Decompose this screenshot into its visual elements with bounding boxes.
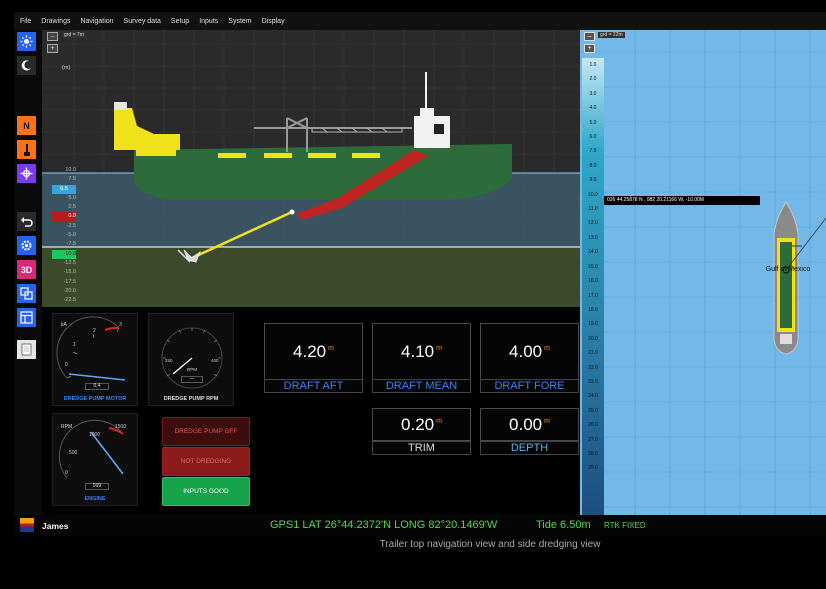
dredge-pump-off-indicator[interactable]: DREDGE PUMP OFF xyxy=(162,417,250,446)
undo-icon[interactable] xyxy=(17,212,36,231)
engine-needle xyxy=(90,431,124,475)
notes-icon[interactable] xyxy=(17,340,36,359)
instrument-panel: kA 0 1 2 3 0.4 DREDGE PUMP MOTOR 250 400… xyxy=(42,307,582,515)
waterline-marker: 6.5 xyxy=(52,184,76,194)
dredge-pipe-icon[interactable] xyxy=(17,140,36,159)
menu-inputs[interactable]: Inputs xyxy=(199,18,218,25)
top-depth-scale: 1.0 2.0 3.0 4.0 5.0 6.0 7.0 8.0 9.0 10.0 11.0 12.0 1… xyxy=(582,58,604,515)
aft-superstructure xyxy=(114,108,180,150)
side-grid-label: grd = 7m xyxy=(62,32,86,38)
app-window: File Drawings Navigation Survey data Set… xyxy=(14,12,826,536)
user-avatar[interactable] xyxy=(20,518,34,532)
figure-caption: Trailer top navigation view and side dre… xyxy=(379,539,601,550)
seabed xyxy=(42,247,582,307)
expand-button[interactable]: + xyxy=(47,44,58,53)
pump-motor-reading: 0.4 xyxy=(85,383,109,390)
top-grid-label: grd = 22m xyxy=(598,32,625,38)
north-up-icon[interactable]: N xyxy=(17,116,36,135)
draft-fore-readout: 4.00 m xyxy=(480,323,579,380)
draft-fore-label: DRAFT FORE xyxy=(480,379,579,393)
side-unit-label: (m) xyxy=(62,65,71,71)
ship-hull xyxy=(134,144,512,200)
pump-rpm-reading: — xyxy=(181,376,203,383)
menu-bar: File Drawings Navigation Survey data Set… xyxy=(14,12,826,30)
gps-readout: GPS1 LAT 26°44.2372'N LONG 82°20.1469'W xyxy=(270,519,498,531)
trim-label: TRIM xyxy=(372,441,471,455)
menu-system[interactable]: System xyxy=(228,18,251,25)
bridge xyxy=(414,116,450,148)
tide-readout: Tide 6.50m xyxy=(536,519,591,531)
vessel-location-label: Gulf of Mexico xyxy=(765,266,811,273)
side-dredging-view[interactable]: – + grd = 7m (m) 10.0 7.5 6.5 5.0 2.5 0.… xyxy=(42,30,582,307)
layout-icon[interactable] xyxy=(17,308,36,327)
north-label: N xyxy=(23,120,30,131)
layers-icon[interactable] xyxy=(17,284,36,303)
pump-rpm-gauge: 250 400 RPM — DREDGE PUMP RPM xyxy=(148,313,234,406)
menu-survey-data[interactable]: Survey data xyxy=(124,18,161,25)
draft-aft-readout: 4.20 m xyxy=(264,323,363,380)
3d-label: 3D xyxy=(20,264,33,275)
3d-icon[interactable]: 3D xyxy=(17,260,36,279)
depth-label: DEPTH xyxy=(480,441,579,455)
top-navigation-view[interactable]: – + grd = 22m 1.0 2.0 3.0 4.0 5.0 6.0 7.0 8.0 9.… xyxy=(580,30,826,515)
pump-motor-needle xyxy=(68,373,126,381)
cursor-position-readout: 026 44.25878 N , 082 20.21166 W, -10.00M xyxy=(604,196,760,205)
menu-navigation[interactable]: Navigation xyxy=(80,18,113,25)
draft-mean-label: DRAFT MEAN xyxy=(372,379,471,393)
menu-file[interactable]: File xyxy=(20,18,31,25)
trim-readout: 0.20 m xyxy=(372,408,471,441)
settings-icon[interactable] xyxy=(17,236,36,255)
draft-mean-readout: 4.10 m xyxy=(372,323,471,380)
status-bar: James GPS1 LAT 26°44.2372'N LONG 82°20.1… xyxy=(14,515,826,536)
engine-gauge: RPM 0 500 1000 1500 999 ENGINE xyxy=(52,413,138,506)
rtk-status: RTK FIXED xyxy=(604,521,646,530)
engine-label: ENGINE xyxy=(84,496,106,502)
draft-aft-label: DRAFT AFT xyxy=(264,379,363,393)
side-depth-scale: 10.0 7.5 6.5 5.0 2.5 0.0 -2.5 -5.0 -7.5 … xyxy=(52,166,76,305)
user-name: James xyxy=(42,521,69,531)
pump-motor-gauge: kA 0 1 2 3 0.4 DREDGE PUMP MOTOR xyxy=(52,313,138,406)
moon-icon[interactable] xyxy=(17,56,36,75)
pump-rpm-label: DREDGE PUMP RPM xyxy=(163,396,219,402)
menu-drawings[interactable]: Drawings xyxy=(41,18,70,25)
menu-display[interactable]: Display xyxy=(262,18,285,25)
top-expand-button[interactable]: + xyxy=(584,44,595,53)
collapse-button[interactable]: – xyxy=(47,32,58,41)
draghead-depth-marker: -10.0 xyxy=(52,249,76,259)
depth-readout: 0.00 m xyxy=(480,408,579,441)
engine-reading: 999 xyxy=(85,483,109,490)
target-icon[interactable] xyxy=(17,164,36,183)
tool-bar: N 3D xyxy=(14,30,42,520)
pump-motor-label: DREDGE PUMP MOTOR xyxy=(63,396,127,402)
sun-icon[interactable] xyxy=(17,32,36,51)
menu-setup[interactable]: Setup xyxy=(171,18,189,25)
not-dredging-indicator[interactable]: NOT DREDGING xyxy=(162,447,250,476)
top-collapse-button[interactable]: – xyxy=(584,32,595,41)
inputs-good-indicator[interactable]: INPUTS GOOD xyxy=(162,477,250,506)
